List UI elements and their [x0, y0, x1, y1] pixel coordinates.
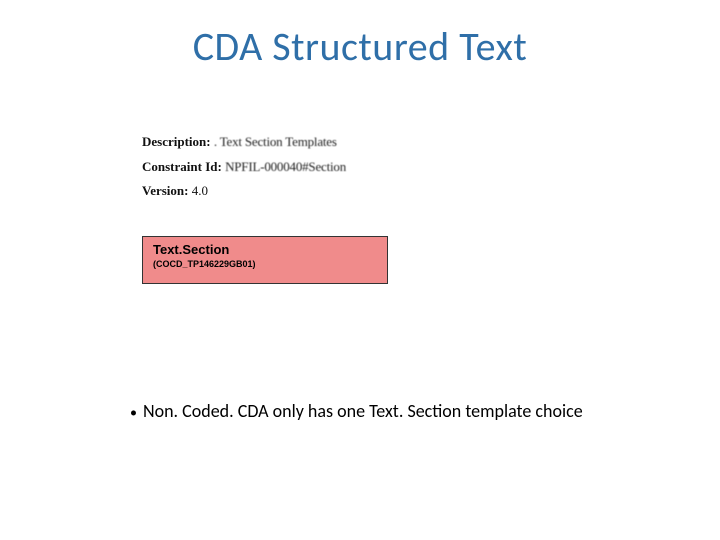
metadata-constraint-row: Constraint Id: NPFIL-000040#Section	[142, 155, 562, 180]
description-label: Description:	[142, 134, 211, 149]
constraint-id-value: NPFIL-000040#Section	[225, 159, 346, 174]
template-class-box: Text.Section (COCD_TP146229GB01)	[142, 236, 388, 284]
presentation-slide: CDA Structured Text Description: . Text …	[0, 0, 720, 540]
description-value: . Text Section Templates	[214, 134, 337, 149]
bullet-dot-icon: •	[130, 404, 137, 421]
version-label: Version:	[142, 183, 188, 198]
bullet-item: • Non. Coded. CDA only has one Text. Sect…	[130, 400, 583, 422]
template-class-name: Text.Section	[153, 243, 377, 258]
slide-title: CDA Structured Text	[0, 22, 720, 71]
metadata-description-row: Description: . Text Section Templates	[142, 130, 562, 155]
constraint-id-label: Constraint Id:	[142, 159, 222, 174]
bullet-text: Non. Coded. CDA only has one Text. Secti…	[143, 400, 583, 422]
template-metadata: Description: . Text Section Templates Co…	[142, 130, 562, 204]
template-class-code: (COCD_TP146229GB01)	[153, 259, 377, 269]
version-value: 4.0	[192, 183, 208, 198]
metadata-version-row: Version: 4.0	[142, 179, 562, 204]
